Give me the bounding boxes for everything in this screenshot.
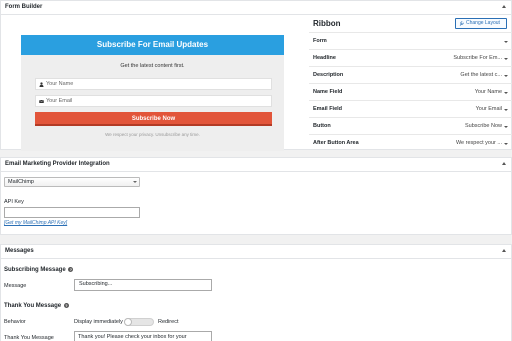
- form-builder-title: Form Builder: [5, 4, 43, 10]
- setting-row-headline[interactable]: Headline Subscribe For Em...: [309, 49, 512, 66]
- chevron-down-icon: [504, 126, 508, 128]
- messages-panel: Messages: [0, 244, 512, 341]
- chevron-down-icon: [504, 109, 508, 111]
- setting-row-after-button[interactable]: After Button Area We respect your ...: [309, 134, 512, 151]
- setting-row-button[interactable]: Button Subscribe Now: [309, 117, 512, 134]
- name-placeholder: Your Name: [46, 81, 74, 87]
- setting-value: Subscribe Now: [465, 123, 502, 129]
- thank-you-heading: Thank You Message ?: [4, 303, 69, 309]
- setting-row-name-field[interactable]: Name Field Your Name: [309, 83, 512, 100]
- messages-title: Messages: [5, 248, 34, 254]
- thank-you-label: Thank You Message: [4, 335, 54, 341]
- change-layout-button[interactable]: Change Layout: [455, 18, 507, 29]
- setting-value: Subscribe For Em...: [453, 55, 502, 61]
- preview-name-field[interactable]: Your Name: [35, 78, 272, 90]
- collapse-icon[interactable]: [502, 5, 506, 8]
- messages-header[interactable]: Messages: [1, 245, 511, 259]
- behavior-option-redirect: Redirect: [158, 319, 179, 325]
- setting-label: After Button Area: [313, 140, 359, 146]
- collapse-icon[interactable]: [502, 249, 506, 252]
- change-layout-label: Change Layout: [466, 20, 500, 26]
- behavior-label: Behavior: [4, 319, 26, 325]
- setting-value: We respect your ...: [455, 140, 502, 146]
- setting-value: Your Email: [475, 106, 502, 112]
- api-key-input[interactable]: [4, 207, 140, 218]
- chevron-down-icon: [504, 92, 508, 94]
- help-icon[interactable]: ?: [63, 303, 69, 308]
- message-label: Message: [4, 283, 27, 289]
- provider-panel: Email Marketing Provider Integration: [0, 157, 512, 235]
- behavior-toggle[interactable]: [124, 318, 154, 326]
- envelope-icon: [39, 99, 44, 103]
- subscribing-heading: Subscribing Message ?: [4, 267, 74, 274]
- subscribing-heading-text: Subscribing Message: [4, 267, 66, 274]
- chevron-down-icon: [133, 181, 137, 183]
- provider-header[interactable]: Email Marketing Provider Integration: [1, 158, 511, 172]
- form-builder-header[interactable]: Form Builder: [1, 1, 511, 15]
- setting-label: Name Field: [313, 89, 343, 95]
- chevron-down-icon: [504, 41, 508, 43]
- behavior-option-display: Display immediately: [74, 319, 123, 325]
- setting-value: Get the latest c...: [460, 72, 502, 78]
- preview-email-field[interactable]: Your Email: [35, 95, 272, 107]
- form-builder-panel: Form Builder Subscribe For Email Updates…: [0, 0, 512, 151]
- wrench-icon: [459, 21, 464, 26]
- thank-you-heading-text: Thank You Message: [4, 303, 62, 310]
- chevron-down-icon: [504, 75, 508, 77]
- setting-label: Form: [313, 38, 327, 44]
- provider-select[interactable]: MailChimp: [4, 177, 140, 187]
- setting-label: Email Field: [313, 106, 343, 112]
- email-placeholder: Your Email: [46, 98, 73, 104]
- provider-selected: MailChimp: [8, 179, 34, 185]
- preview-after-button: We respect your privacy. Unsubscribe any…: [105, 132, 200, 137]
- user-icon: [39, 82, 44, 87]
- form-settings: Ribbon Change Layout Form Headline Subsc…: [309, 15, 512, 149]
- api-key-label: API Key: [4, 199, 24, 205]
- preview-subscribe-button[interactable]: Subscribe Now: [35, 112, 272, 126]
- thank-you-message-textarea[interactable]: Thank you! Please check your inbox for y…: [74, 331, 212, 341]
- subscribing-message-input[interactable]: Subscribing...: [74, 279, 212, 291]
- setting-row-email-field[interactable]: Email Field Your Email: [309, 100, 512, 117]
- provider-title: Email Marketing Provider Integration: [5, 161, 110, 167]
- preview-headline: Subscribe For Email Updates: [21, 35, 284, 55]
- setting-label: Button: [313, 123, 331, 129]
- form-preview: Subscribe For Email Updates Get the late…: [21, 35, 284, 151]
- setting-label: Headline: [313, 55, 336, 61]
- setting-row-form[interactable]: Form: [309, 32, 512, 49]
- setting-label: Description: [313, 72, 344, 78]
- chevron-down-icon: [504, 143, 508, 145]
- api-key-link[interactable]: [Get my MailChimp API Key]: [4, 220, 67, 226]
- setting-row-description[interactable]: Description Get the latest c...: [309, 66, 512, 83]
- help-icon[interactable]: ?: [68, 267, 74, 272]
- setting-value: Your Name: [474, 89, 502, 95]
- collapse-icon[interactable]: [502, 162, 506, 165]
- layout-name: Ribbon: [313, 19, 341, 28]
- chevron-down-icon: [504, 58, 508, 60]
- preview-description: Get the latest content first.: [120, 63, 185, 69]
- toggle-knob: [124, 318, 132, 326]
